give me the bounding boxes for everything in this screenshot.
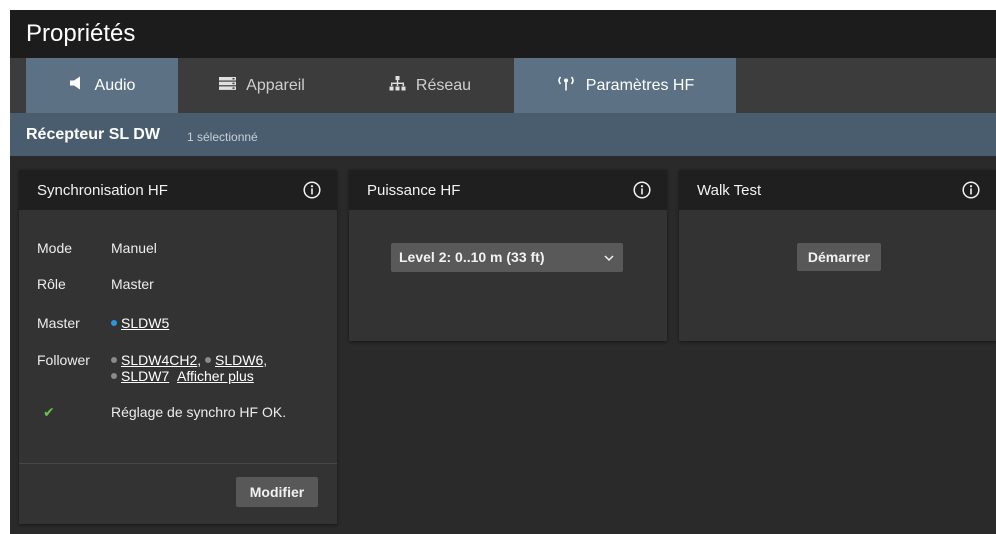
status-dot bbox=[111, 320, 117, 327]
device-name: Récepteur SL DW bbox=[26, 126, 160, 143]
tab-rf-settings[interactable]: Paramètres HF bbox=[514, 58, 736, 113]
device-icon bbox=[219, 76, 237, 95]
rf-sync-header: Synchronisation HF bbox=[19, 170, 337, 210]
rf-sync-panel: Synchronisation HF Mode Manuel Rôle Mast… bbox=[19, 170, 337, 524]
follower-link[interactable]: SLDW6 bbox=[215, 352, 263, 368]
divider bbox=[19, 463, 337, 464]
window-title: Propriétés bbox=[26, 20, 136, 47]
mode-value: Manuel bbox=[111, 240, 157, 256]
check-icon: ✔ bbox=[43, 404, 55, 420]
role-value: Master bbox=[111, 276, 154, 292]
show-more-link[interactable]: Afficher plus bbox=[177, 368, 254, 384]
modify-button[interactable]: Modifier bbox=[236, 477, 318, 507]
rf-power-panel: Puissance HF Level 2: 0..10 m (33 ft) bbox=[349, 170, 667, 341]
status-dot bbox=[111, 357, 117, 364]
follower-link[interactable]: SLDW7 bbox=[121, 368, 169, 384]
rf-sync-title: Synchronisation HF bbox=[37, 182, 168, 199]
info-icon[interactable] bbox=[303, 181, 321, 199]
tab-network[interactable]: Réseau bbox=[346, 58, 514, 113]
rf-power-title: Puissance HF bbox=[367, 182, 461, 199]
sync-status-text: Réglage de synchro HF OK. bbox=[111, 404, 287, 420]
network-icon bbox=[389, 75, 406, 96]
status-dot bbox=[111, 373, 117, 380]
tab-network-label: Réseau bbox=[415, 76, 472, 94]
master-link[interactable]: SLDW5 bbox=[121, 315, 169, 331]
follower-list: SLDW4CH2, SLDW6, SLDW7 Afficher plus bbox=[111, 352, 267, 384]
selection-count: 1 sélectionné bbox=[187, 130, 258, 144]
antenna-icon bbox=[556, 75, 576, 96]
follower-label: Follower bbox=[37, 352, 90, 368]
chevron-down-icon bbox=[604, 255, 614, 262]
info-icon[interactable] bbox=[633, 181, 651, 199]
master-label: Master bbox=[37, 315, 80, 331]
tab-audio-label: Audio bbox=[94, 76, 136, 94]
master-value: SLDW5 bbox=[111, 315, 169, 331]
tab-device[interactable]: Appareil bbox=[178, 58, 346, 113]
walk-test-header: Walk Test bbox=[679, 170, 996, 210]
rf-power-select[interactable]: Level 2: 0..10 m (33 ft) bbox=[391, 243, 623, 272]
device-header: Récepteur SL DW 1 sélectionné bbox=[10, 113, 996, 156]
walk-test-title: Walk Test bbox=[697, 182, 762, 199]
tab-bar: Audio Appareil Réseau Paramètres HF bbox=[10, 58, 996, 113]
walk-test-panel: Walk Test Démarrer bbox=[679, 170, 996, 341]
tab-device-label: Appareil bbox=[246, 76, 305, 94]
title-bar: Propriétés bbox=[10, 10, 996, 58]
properties-window: Propriétés Audio Appareil Réseau Paramèt… bbox=[10, 10, 996, 534]
tab-audio[interactable]: Audio bbox=[26, 58, 178, 113]
rf-power-header: Puissance HF bbox=[349, 170, 667, 210]
info-icon[interactable] bbox=[962, 181, 980, 199]
follower-link[interactable]: SLDW4CH2 bbox=[121, 352, 197, 368]
status-dot bbox=[205, 357, 212, 364]
mode-label: Mode bbox=[37, 240, 73, 256]
rf-power-value: Level 2: 0..10 m (33 ft) bbox=[399, 249, 545, 265]
tab-rf-settings-label: Paramètres HF bbox=[585, 76, 695, 94]
role-label: Rôle bbox=[37, 276, 66, 292]
speaker-icon bbox=[69, 76, 85, 95]
start-button[interactable]: Démarrer bbox=[797, 243, 881, 271]
